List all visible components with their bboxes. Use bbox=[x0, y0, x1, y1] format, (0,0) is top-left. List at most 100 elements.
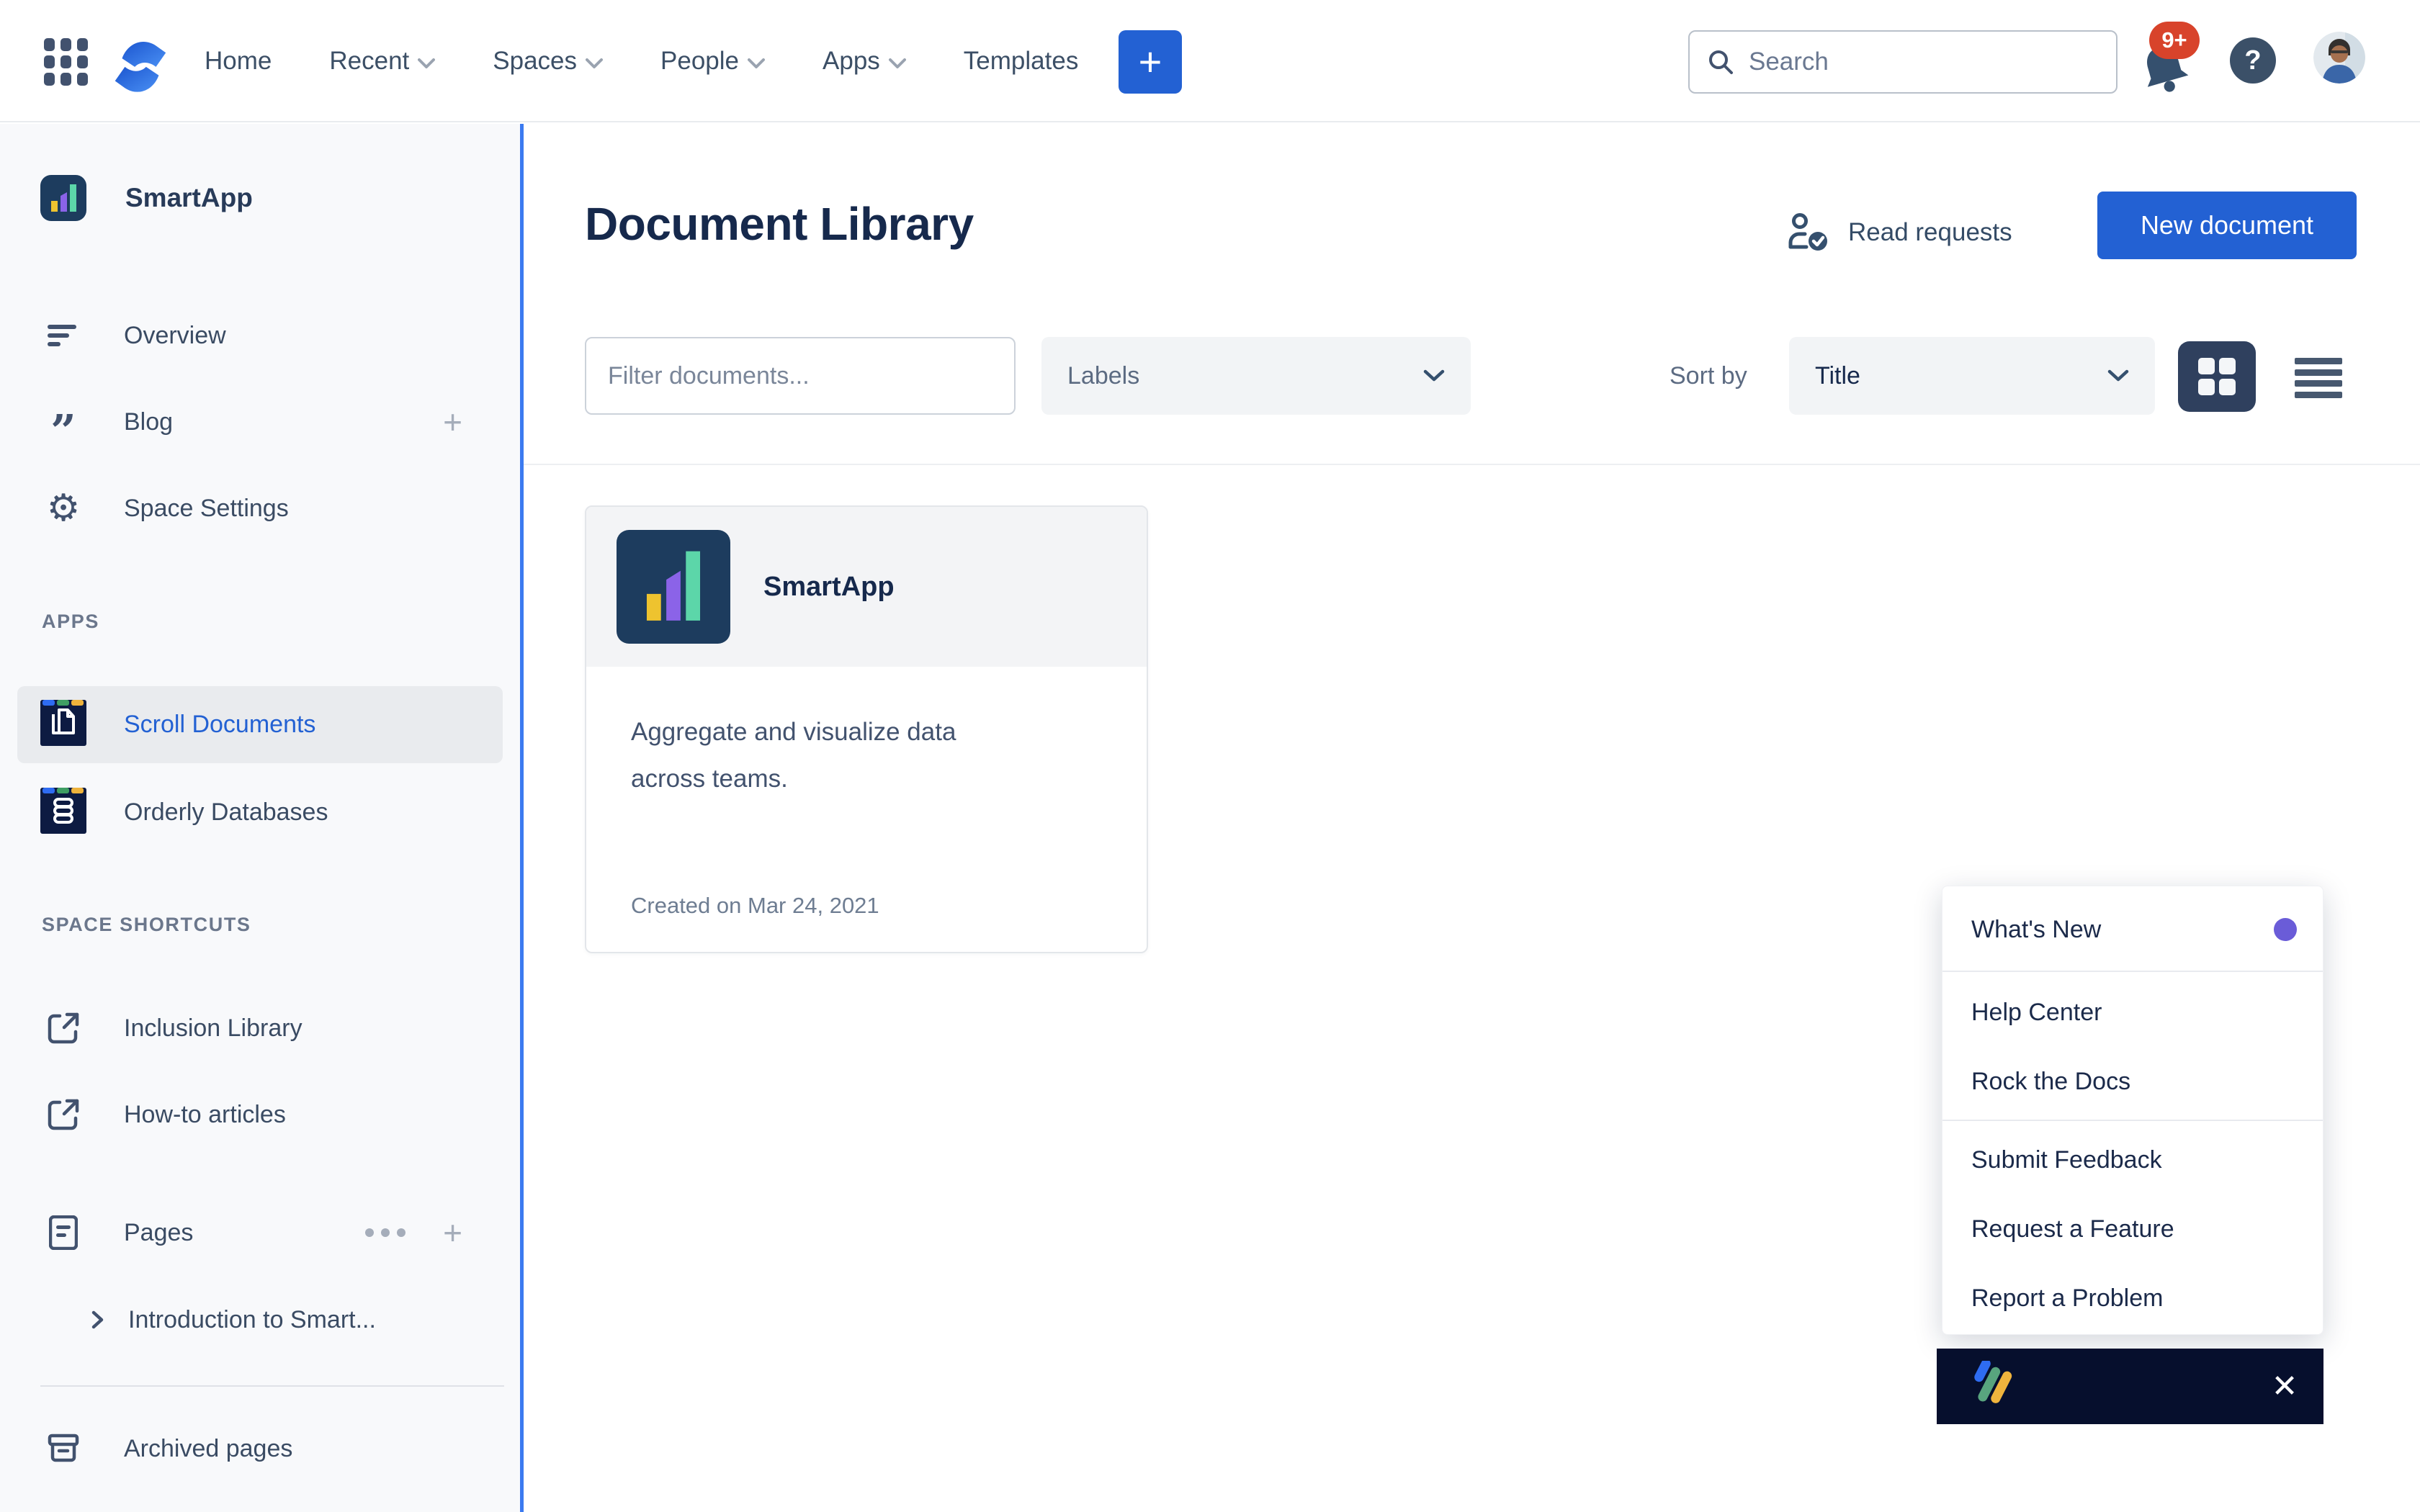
sidebar-item-label: Overview bbox=[124, 322, 226, 350]
sidebar-item-label: Blog bbox=[124, 408, 173, 436]
primary-nav: Home Recent Spaces People Apps Templates bbox=[205, 0, 1078, 122]
more-options-icon[interactable] bbox=[365, 1228, 405, 1237]
sidebar-item-inclusion-library[interactable]: Inclusion Library bbox=[0, 1002, 520, 1054]
menu-item-label: Rock the Docs bbox=[1971, 1068, 2130, 1096]
top-nav: Home Recent Spaces People Apps Templates… bbox=[0, 0, 2420, 122]
sidebar-item-archived-pages[interactable]: Archived pages bbox=[0, 1423, 520, 1475]
sidebar-item-label: Inclusion Library bbox=[124, 1014, 302, 1043]
help-popup-menu: What's New Help Center Rock the Docs Sub… bbox=[1942, 886, 2323, 1335]
reader-check-icon bbox=[1788, 212, 1829, 253]
menu-item-submit-feedback[interactable]: Submit Feedback bbox=[1942, 1125, 2323, 1194]
chevron-right-icon bbox=[91, 1310, 105, 1330]
chevron-down-icon bbox=[1423, 369, 1445, 382]
add-page-icon[interactable]: + bbox=[443, 1218, 462, 1247]
menu-item-whats-new[interactable]: What's New bbox=[1942, 894, 2323, 966]
labels-filter-value: Labels bbox=[1067, 362, 1139, 390]
menu-item-label: Submit Feedback bbox=[1971, 1146, 2162, 1174]
space-logo-icon bbox=[40, 175, 86, 221]
document-description: Aggregate and visualize data across team… bbox=[631, 708, 1034, 802]
filter-documents-input[interactable] bbox=[585, 337, 1016, 415]
sidebar-item-howto-articles[interactable]: How-to articles bbox=[0, 1089, 520, 1140]
sidebar-item-space-settings[interactable]: ⚙ Space Settings bbox=[0, 482, 520, 534]
read-requests-label: Read requests bbox=[1848, 218, 2012, 247]
document-card-header: SmartApp bbox=[586, 507, 1147, 667]
sidebar-item-label: Scroll Documents bbox=[124, 711, 315, 739]
chevron-down-icon bbox=[586, 58, 603, 69]
help-menu-section: What's New bbox=[1942, 886, 2323, 971]
search-input[interactable] bbox=[1749, 48, 2080, 76]
nav-recent[interactable]: Recent bbox=[329, 47, 435, 76]
orderly-databases-icon bbox=[40, 788, 86, 837]
promo-banner: ✕ bbox=[1937, 1349, 2323, 1424]
sidebar-item-overview[interactable]: Overview bbox=[0, 310, 520, 361]
question-mark-icon: ? bbox=[2244, 45, 2261, 76]
space-header[interactable]: SmartApp bbox=[0, 173, 520, 223]
plus-icon: + bbox=[1139, 33, 1162, 91]
nav-apps[interactable]: Apps bbox=[823, 47, 906, 76]
menu-item-rock-the-docs[interactable]: Rock the Docs bbox=[1942, 1047, 2323, 1116]
menu-item-help-center[interactable]: Help Center bbox=[1942, 978, 2323, 1047]
menu-item-label: Help Center bbox=[1971, 999, 2102, 1027]
new-document-button[interactable]: New document bbox=[2097, 192, 2357, 259]
avatar-photo bbox=[2313, 32, 2365, 84]
notifications-button[interactable]: 9+ bbox=[2138, 20, 2210, 99]
grid-dots-icon bbox=[42, 38, 90, 86]
nav-templates[interactable]: Templates bbox=[964, 47, 1079, 76]
list-view-toggle[interactable] bbox=[2295, 358, 2342, 398]
sidebar-item-blog[interactable]: ” Blog + bbox=[0, 396, 520, 448]
global-search[interactable] bbox=[1688, 30, 2118, 94]
sidebar-item-label: Archived pages bbox=[124, 1435, 292, 1463]
apps-section-header: APPS bbox=[42, 611, 99, 633]
nav-apps-label: Apps bbox=[823, 47, 880, 76]
quote-icon: ” bbox=[40, 398, 86, 446]
nav-home[interactable]: Home bbox=[205, 47, 272, 76]
read-requests-button[interactable]: Read requests bbox=[1788, 207, 2012, 258]
grid-view-toggle[interactable] bbox=[2178, 341, 2256, 412]
chevron-down-icon bbox=[889, 58, 906, 69]
k15t-logo-icon bbox=[1960, 1361, 2022, 1413]
menu-item-request-a-feature[interactable]: Request a Feature bbox=[1942, 1194, 2323, 1264]
sidebar-item-label: Space Settings bbox=[124, 495, 289, 523]
confluence-app: Home Recent Spaces People Apps Templates… bbox=[0, 0, 2420, 1512]
nav-home-label: Home bbox=[205, 47, 272, 76]
sidebar-resize-divider[interactable] bbox=[520, 124, 524, 1512]
sort-value: Title bbox=[1815, 362, 1860, 390]
menu-item-label: Request a Feature bbox=[1971, 1215, 2174, 1243]
align-left-icon bbox=[40, 325, 86, 346]
nav-recent-label: Recent bbox=[329, 47, 409, 76]
document-card-body: Aggregate and visualize data across team… bbox=[586, 667, 1147, 953]
sort-dropdown[interactable]: Title bbox=[1789, 337, 2155, 415]
sidebar-item-label: How-to articles bbox=[124, 1101, 286, 1129]
add-blog-icon[interactable]: + bbox=[443, 408, 462, 436]
page-icon bbox=[40, 1215, 86, 1250]
menu-item-label: Report a Problem bbox=[1971, 1284, 2163, 1313]
document-created-date: Created on Mar 24, 2021 bbox=[631, 893, 879, 919]
sidebar-item-scroll-documents[interactable]: Scroll Documents bbox=[17, 686, 503, 763]
document-card[interactable]: SmartApp Aggregate and visualize data ac… bbox=[585, 505, 1148, 953]
labels-filter-dropdown[interactable]: Labels bbox=[1041, 337, 1471, 415]
external-link-icon bbox=[40, 1098, 86, 1131]
gear-icon: ⚙ bbox=[40, 490, 86, 527]
sidebar-item-label: Orderly Databases bbox=[124, 798, 328, 827]
nav-people-label: People bbox=[660, 47, 739, 76]
nav-spaces[interactable]: Spaces bbox=[493, 47, 603, 76]
archive-box-icon bbox=[40, 1433, 86, 1464]
menu-item-report-a-problem[interactable]: Report a Problem bbox=[1942, 1264, 2323, 1333]
help-menu-section: Submit Feedback Request a Feature Report… bbox=[1942, 1121, 2323, 1333]
app-switcher-icon[interactable] bbox=[40, 36, 92, 88]
sidebar-item-label: Pages bbox=[124, 1219, 193, 1247]
nav-templates-label: Templates bbox=[964, 47, 1079, 76]
sidebar-item-pages[interactable]: Pages + bbox=[0, 1207, 520, 1259]
create-button[interactable]: + bbox=[1119, 30, 1182, 94]
sidebar-divider bbox=[40, 1385, 504, 1387]
notification-badge: 9+ bbox=[2149, 22, 2200, 59]
sidebar-item-orderly-databases[interactable]: Orderly Databases bbox=[17, 774, 503, 851]
page-title: Document Library bbox=[585, 197, 974, 251]
close-icon[interactable]: ✕ bbox=[2266, 1368, 2303, 1405]
nav-people[interactable]: People bbox=[660, 47, 765, 76]
page-tree-item[interactable]: Introduction to Smart... bbox=[0, 1294, 520, 1346]
confluence-logo-icon[interactable] bbox=[105, 27, 173, 95]
help-button[interactable]: ? bbox=[2230, 37, 2276, 84]
menu-item-label: What's New bbox=[1971, 916, 2101, 944]
user-avatar[interactable] bbox=[2313, 32, 2365, 84]
